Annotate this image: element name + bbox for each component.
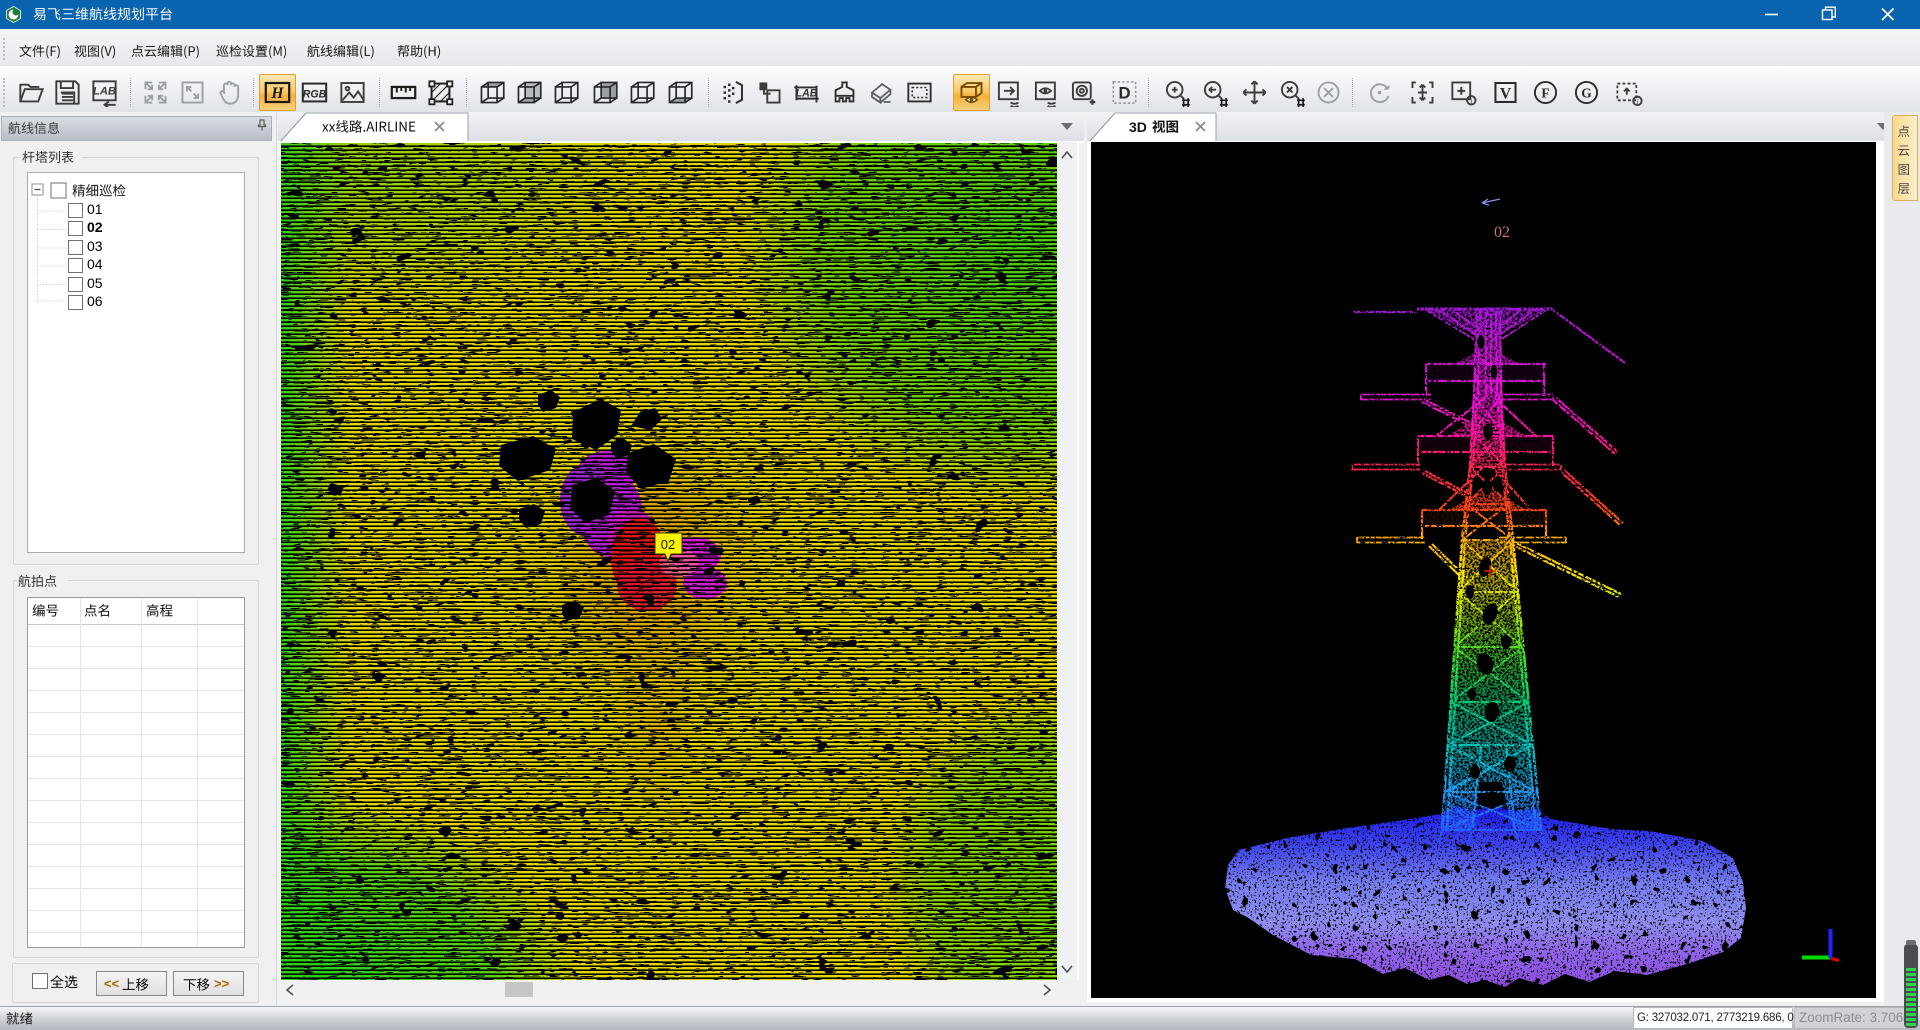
svg-text:F: F xyxy=(1541,86,1549,101)
svg-text:02: 02 xyxy=(1494,224,1510,241)
svg-text:RGB: RGB xyxy=(303,89,327,101)
svg-text:LAB: LAB xyxy=(93,86,116,98)
svg-text:G: G xyxy=(1581,86,1592,101)
svg-text:H: H xyxy=(270,85,284,102)
svg-text:02: 02 xyxy=(661,537,675,552)
svg-text:LAB: LAB xyxy=(796,87,818,99)
svg-text:i: i xyxy=(1636,97,1638,106)
svg-text:D: D xyxy=(1118,84,1130,103)
svg-text:i: i xyxy=(1470,97,1472,106)
svg-text:V: V xyxy=(1500,86,1512,103)
